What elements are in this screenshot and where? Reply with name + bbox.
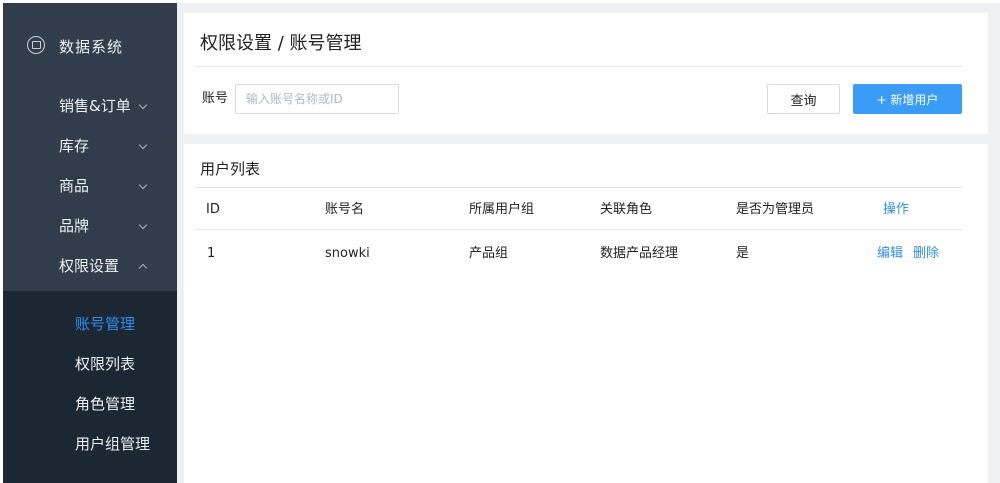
page-title: 权限设置 / 账号管理 (200, 33, 362, 54)
page-background-left (177, 3, 184, 483)
chevron-down-icon (138, 140, 148, 150)
add-user-button[interactable]: + 新增用户 (853, 84, 962, 114)
query-button[interactable]: 查询 (767, 84, 840, 114)
chevron-down-icon (138, 180, 148, 190)
column-header-user-group: 所属用户组 (469, 202, 535, 217)
submenu-item-role-management[interactable]: 角色管理 (3, 389, 177, 419)
column-header-account-name: 账号名 (325, 202, 365, 217)
account-search-input[interactable] (235, 84, 399, 114)
cell-id: 1 (207, 246, 216, 261)
brand-title: 数据系统 (59, 38, 124, 56)
brand[interactable]: 数据系统 (3, 3, 177, 83)
sidebar-item-brands[interactable]: 品牌 (3, 209, 177, 243)
submenu-item-user-group-management[interactable]: 用户组管理 (3, 429, 177, 459)
column-header-actions: 操作 (883, 202, 910, 217)
chevron-down-icon (138, 220, 148, 230)
sidebar-item-label: 品牌 (59, 217, 90, 235)
submenu-item-label: 账号管理 (75, 315, 136, 333)
cell-account-name: snowki (325, 246, 370, 261)
delete-link[interactable]: 删除 (913, 246, 939, 262)
cell-user-group: 产品组 (469, 246, 509, 261)
sidebar-item-inventory[interactable]: 库存 (3, 129, 177, 163)
page-background-right (988, 3, 1000, 483)
app-logo-icon (27, 36, 45, 54)
sidebar-item-label: 权限设置 (59, 257, 120, 275)
submenu-item-account-management[interactable]: 账号管理 (3, 309, 177, 339)
sidebar-item-label: 商品 (59, 177, 90, 195)
chevron-down-icon (138, 100, 148, 110)
table-header-top-divider (196, 187, 962, 188)
permissions-submenu: 账号管理 权限列表 角色管理 用户组管理 (3, 291, 177, 483)
table-header-bottom-divider (196, 229, 962, 230)
user-list-title: 用户列表 (200, 160, 261, 178)
sidebar-item-permissions[interactable]: 权限设置 (3, 249, 177, 283)
submenu-item-permission-list[interactable]: 权限列表 (3, 349, 177, 379)
submenu-item-label: 用户组管理 (75, 435, 151, 453)
submenu-item-label: 角色管理 (75, 395, 136, 413)
edit-link[interactable]: 编辑 (877, 246, 903, 262)
divider (196, 66, 962, 67)
sidebar-item-sales-orders[interactable]: 销售&订单 (3, 89, 177, 123)
account-field-label: 账号 (202, 91, 229, 106)
sidebar-item-products[interactable]: 商品 (3, 169, 177, 203)
page-background-top (177, 3, 1000, 13)
sidebar-item-label: 库存 (59, 137, 90, 155)
column-header-id: ID (206, 202, 220, 217)
cell-is-admin: 是 (736, 246, 750, 261)
submenu-item-label: 权限列表 (75, 355, 136, 373)
column-header-role: 关联角色 (600, 202, 653, 217)
cell-role: 数据产品经理 (600, 246, 679, 261)
card-divider-gap (177, 134, 1000, 144)
sidebar-item-label: 销售&订单 (59, 97, 131, 115)
chevron-up-icon (138, 263, 148, 273)
column-header-is-admin: 是否为管理员 (736, 202, 815, 217)
